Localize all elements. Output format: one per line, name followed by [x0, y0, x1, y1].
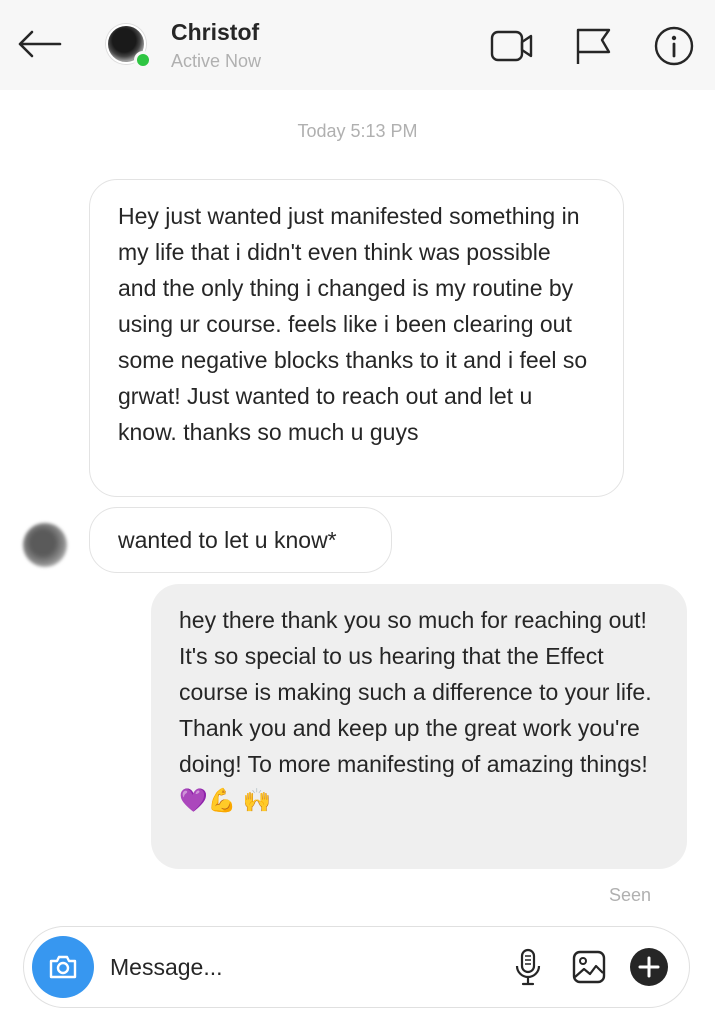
online-indicator [134, 51, 152, 69]
video-call-button[interactable] [490, 24, 534, 68]
message-input[interactable] [110, 946, 500, 988]
message-composer [23, 926, 690, 1008]
sender-avatar[interactable] [23, 523, 67, 567]
gallery-button[interactable] [569, 947, 609, 987]
flag-icon [576, 28, 611, 64]
incoming-message[interactable]: Hey just wanted just manifested somethin… [89, 179, 624, 497]
add-icon [630, 948, 668, 986]
incoming-message[interactable]: wanted to let u know* [89, 507, 392, 573]
info-button[interactable] [652, 24, 696, 68]
back-button[interactable] [14, 22, 64, 66]
chat-header: Christof Active Now [0, 0, 715, 90]
outgoing-message[interactable]: hey there thank you so much for reaching… [151, 584, 687, 869]
microphone-icon [515, 948, 541, 986]
contact-name[interactable]: Christof [171, 19, 259, 46]
thread-timestamp: Today 5:13 PM [297, 121, 418, 141]
seen-receipt: Seen [609, 885, 652, 905]
image-icon [572, 950, 606, 984]
video-call-icon [490, 30, 533, 62]
camera-button[interactable] [32, 936, 94, 998]
camera-icon [49, 955, 77, 979]
report-button[interactable] [571, 24, 615, 68]
more-actions-button[interactable] [629, 947, 669, 987]
contact-status: Active Now [171, 51, 262, 71]
info-icon [654, 26, 694, 66]
voice-message-button[interactable] [508, 947, 548, 987]
back-arrow-icon [18, 30, 62, 58]
